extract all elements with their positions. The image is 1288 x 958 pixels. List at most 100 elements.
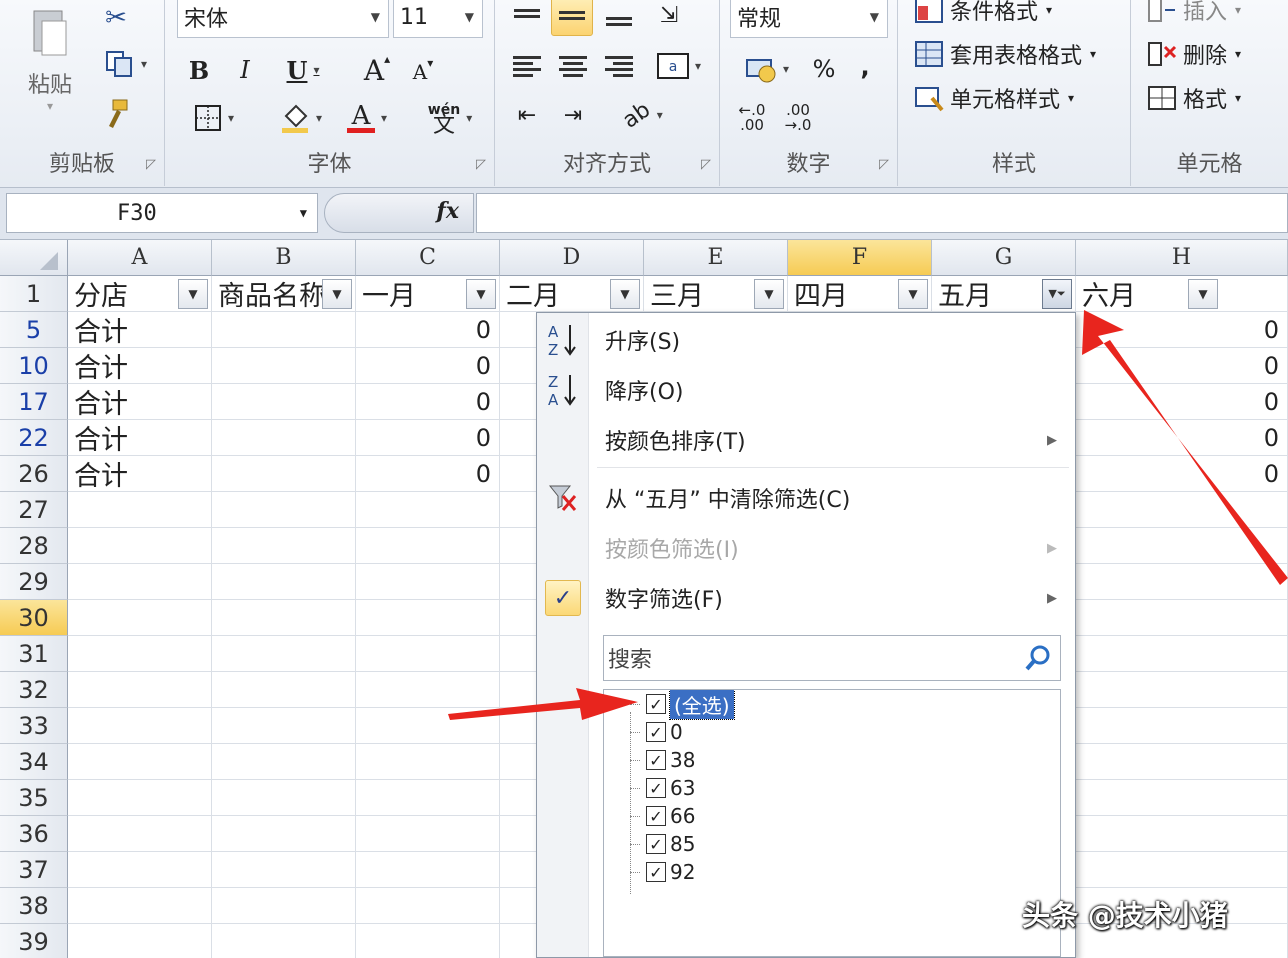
alignment-launcher-icon[interactable]: ◸ — [701, 157, 711, 172]
cell-c34[interactable] — [356, 744, 500, 780]
align-bottom-button[interactable] — [601, 6, 637, 36]
row-header[interactable]: 39 — [0, 924, 68, 958]
align-middle-button[interactable] — [551, 0, 593, 36]
column-header-g[interactable]: G — [932, 240, 1076, 276]
increase-indent-button[interactable]: ⇥ — [555, 98, 591, 132]
row-header[interactable]: 1 — [0, 276, 68, 312]
clipboard-launcher-icon[interactable]: ◸ — [146, 157, 156, 172]
insert-button[interactable]: 插入 ▾ — [1147, 0, 1241, 28]
filter-value-item[interactable]: ✓ 66 — [646, 802, 695, 830]
cell-h30[interactable] — [1076, 600, 1288, 636]
cell-b35[interactable] — [212, 780, 356, 816]
format-painter-button[interactable] — [96, 96, 136, 132]
checkbox-checked-icon[interactable]: ✓ — [646, 834, 666, 854]
column-header-e[interactable]: E — [644, 240, 788, 276]
cell-a38[interactable] — [68, 888, 212, 924]
bold-button[interactable]: B — [181, 52, 217, 88]
align-center-button[interactable] — [555, 50, 591, 82]
cell-c33[interactable] — [356, 708, 500, 744]
cell-c36[interactable] — [356, 816, 500, 852]
row-header[interactable]: 34 — [0, 744, 68, 780]
filter-value-item[interactable]: ✓ 92 — [646, 858, 695, 886]
align-right-button[interactable] — [601, 50, 637, 82]
cell-c29[interactable] — [356, 564, 500, 600]
cell-b37[interactable] — [212, 852, 356, 888]
format-button[interactable]: 格式 ▾ — [1147, 80, 1241, 116]
filter-value-item[interactable]: ✓ 63 — [646, 774, 695, 802]
column-header-a[interactable]: A — [68, 240, 212, 276]
row-header[interactable]: 5 — [0, 312, 68, 348]
filter-value-item[interactable]: ✓ 38 — [646, 746, 695, 774]
cut-button[interactable]: ✂ — [96, 0, 136, 36]
orientation-button[interactable]: ⇲ — [651, 0, 687, 32]
cell-b39[interactable] — [212, 924, 356, 958]
cell-a29[interactable] — [68, 564, 212, 600]
cell-a36[interactable] — [68, 816, 212, 852]
clear-filter-item[interactable]: 从 “五月” 中清除筛选(C) — [537, 475, 1075, 521]
cell-c22[interactable]: 0 — [356, 420, 500, 456]
cell-a30[interactable] — [68, 600, 212, 636]
row-header[interactable]: 31 — [0, 636, 68, 672]
column-header-b[interactable]: B — [212, 240, 356, 276]
cell-b31[interactable] — [212, 636, 356, 672]
sort-descending-item[interactable]: Z A 降序(O) — [537, 367, 1075, 413]
row-header[interactable]: 33 — [0, 708, 68, 744]
filter-dropdown-button[interactable]: ▼ — [898, 279, 928, 309]
column-header-f[interactable]: F — [788, 240, 932, 276]
number-format-select[interactable]: 常规 ▼ — [730, 0, 888, 38]
column-header-h[interactable]: H — [1076, 240, 1288, 276]
number-filter-item[interactable]: ✓ 数字筛选(F) ▶ — [537, 575, 1075, 621]
filter-dropdown-button[interactable]: ▼ — [322, 279, 352, 309]
cell-c37[interactable] — [356, 852, 500, 888]
checkbox-checked-icon[interactable]: ✓ — [646, 722, 666, 742]
cell-b30[interactable] — [212, 600, 356, 636]
row-header[interactable]: 37 — [0, 852, 68, 888]
italic-button[interactable]: I — [227, 52, 263, 88]
cell-h26[interactable]: 0 — [1076, 456, 1288, 492]
cell-h37[interactable] — [1076, 852, 1288, 888]
row-header[interactable]: 28 — [0, 528, 68, 564]
font-launcher-icon[interactable]: ◸ — [476, 157, 486, 172]
sort-by-color-item[interactable]: 按颜色排序(T) ▶ — [537, 417, 1075, 463]
cell-a32[interactable] — [68, 672, 212, 708]
cell-c35[interactable] — [356, 780, 500, 816]
conditional-format-button[interactable]: 条件格式 ▾ — [914, 0, 1052, 28]
filter-value-item[interactable]: ✓ 85 — [646, 830, 695, 858]
filter-active-button[interactable]: ▼⏷ — [1042, 279, 1072, 309]
cell-a17[interactable]: 合计 — [68, 384, 212, 420]
cell-h33[interactable] — [1076, 708, 1288, 744]
cell-a27[interactable] — [68, 492, 212, 528]
font-color-button[interactable]: A ▾ — [337, 100, 397, 136]
cell-h36[interactable] — [1076, 816, 1288, 852]
cell-h35[interactable] — [1076, 780, 1288, 816]
cell-b26[interactable] — [212, 456, 356, 492]
cell-b10[interactable] — [212, 348, 356, 384]
cell-b5[interactable] — [212, 312, 356, 348]
filter-dropdown-button[interactable]: ▼ — [466, 279, 496, 309]
font-size-select[interactable]: 11 ▼ — [393, 0, 483, 38]
cell-c5[interactable]: 0 — [356, 312, 500, 348]
name-box[interactable]: F30 ▼ — [6, 193, 318, 233]
cell-b38[interactable] — [212, 888, 356, 924]
cell-h5[interactable]: 0 — [1076, 312, 1288, 348]
grow-font-button[interactable]: A ▴ — [357, 52, 397, 88]
cell-c27[interactable] — [356, 492, 500, 528]
cell-h29[interactable] — [1076, 564, 1288, 600]
header-cell[interactable]: 六月 — [1076, 276, 1288, 312]
row-header[interactable]: 17 — [0, 384, 68, 420]
row-header[interactable]: 35 — [0, 780, 68, 816]
row-header[interactable]: 26 — [0, 456, 68, 492]
cell-b34[interactable] — [212, 744, 356, 780]
cell-styles-button[interactable]: 单元格样式 ▾ — [914, 80, 1074, 116]
cell-b33[interactable] — [212, 708, 356, 744]
align-left-button[interactable] — [509, 50, 545, 82]
borders-button[interactable]: ▾ — [181, 100, 247, 136]
format-as-table-button[interactable]: 套用表格格式 ▾ — [914, 36, 1096, 72]
cell-h27[interactable] — [1076, 492, 1288, 528]
select-all-corner[interactable] — [0, 240, 68, 276]
cell-a26[interactable]: 合计 — [68, 456, 212, 492]
cell-a10[interactable]: 合计 — [68, 348, 212, 384]
cell-h22[interactable]: 0 — [1076, 420, 1288, 456]
cell-a37[interactable] — [68, 852, 212, 888]
phonetic-button[interactable]: wén 文 ▾ — [417, 98, 483, 138]
